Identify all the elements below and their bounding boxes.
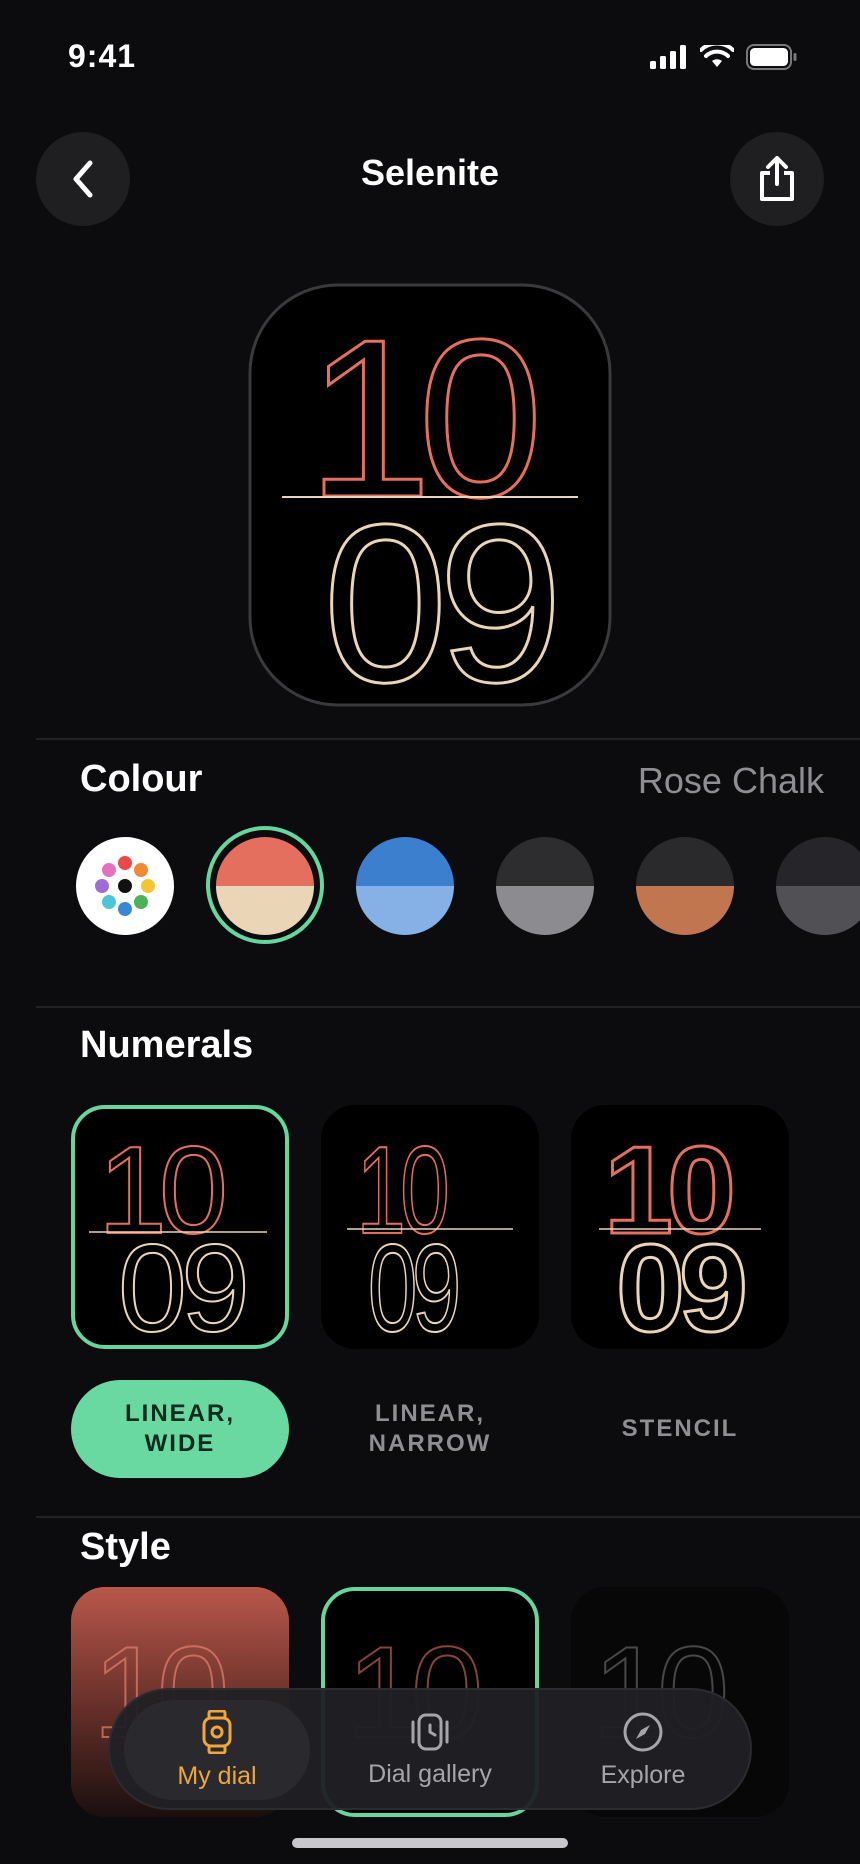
cellular-signal-icon [650, 45, 686, 69]
option-minute: 09 [616, 1220, 744, 1349]
tab-explore[interactable]: Explore [550, 1700, 736, 1800]
option-minute: 09 [118, 1220, 245, 1345]
tab-dial-gallery[interactable]: Dial gallery [337, 1700, 523, 1800]
numerals-option-stencil[interactable]: 10 09 [571, 1105, 789, 1349]
swatch-multicolor[interactable] [76, 837, 174, 935]
battery-icon [746, 44, 797, 70]
colour-section-title: Colour [80, 758, 203, 800]
wifi-icon [700, 45, 734, 67]
swatch-dark-gray[interactable] [776, 837, 860, 935]
numerals-section-title: Numerals [80, 1024, 254, 1066]
status-icons [650, 44, 798, 70]
watch-gallery-icon [411, 1713, 449, 1750]
style-section-title: Style [80, 1526, 171, 1568]
status-time: 9:41 [68, 38, 137, 74]
tab-label: Dial gallery [368, 1759, 492, 1788]
palette-icon [95, 856, 155, 916]
tab-label: Explore [600, 1760, 686, 1789]
home-indicator [292, 1838, 568, 1848]
numerals-label-linear-wide[interactable]: LINEAR, WIDE [71, 1380, 289, 1478]
watch-face-preview: 10 09 [248, 283, 612, 731]
section-divider [36, 1006, 860, 1008]
share-icon [760, 156, 794, 201]
swatch-gray[interactable] [496, 837, 594, 935]
numerals-label-stencil[interactable]: STENCIL [571, 1380, 789, 1478]
numerals-label-linear-narrow[interactable]: LINEAR, NARROW [321, 1380, 539, 1478]
section-divider [36, 1516, 860, 1518]
tab-bar: My dial Dial gallery Explore [108, 1688, 752, 1810]
tab-label: My dial [177, 1761, 257, 1790]
swatch-rose-chalk[interactable] [216, 837, 314, 935]
tab-my-dial[interactable]: My dial [124, 1700, 310, 1800]
option-minute: 09 [368, 1219, 457, 1349]
selected-colour-name: Rose Chalk [637, 760, 824, 801]
preview-minute: 09 [323, 477, 553, 707]
swatch-copper[interactable] [636, 837, 734, 935]
numerals-option-linear-wide[interactable]: 10 09 [71, 1105, 289, 1349]
swatch-blue[interactable] [356, 837, 454, 935]
watch-icon [202, 1709, 232, 1754]
compass-icon [623, 1712, 663, 1751]
share-button[interactable] [730, 132, 824, 226]
section-divider [36, 738, 860, 740]
numerals-option-linear-narrow[interactable]: 10 09 [321, 1105, 539, 1349]
